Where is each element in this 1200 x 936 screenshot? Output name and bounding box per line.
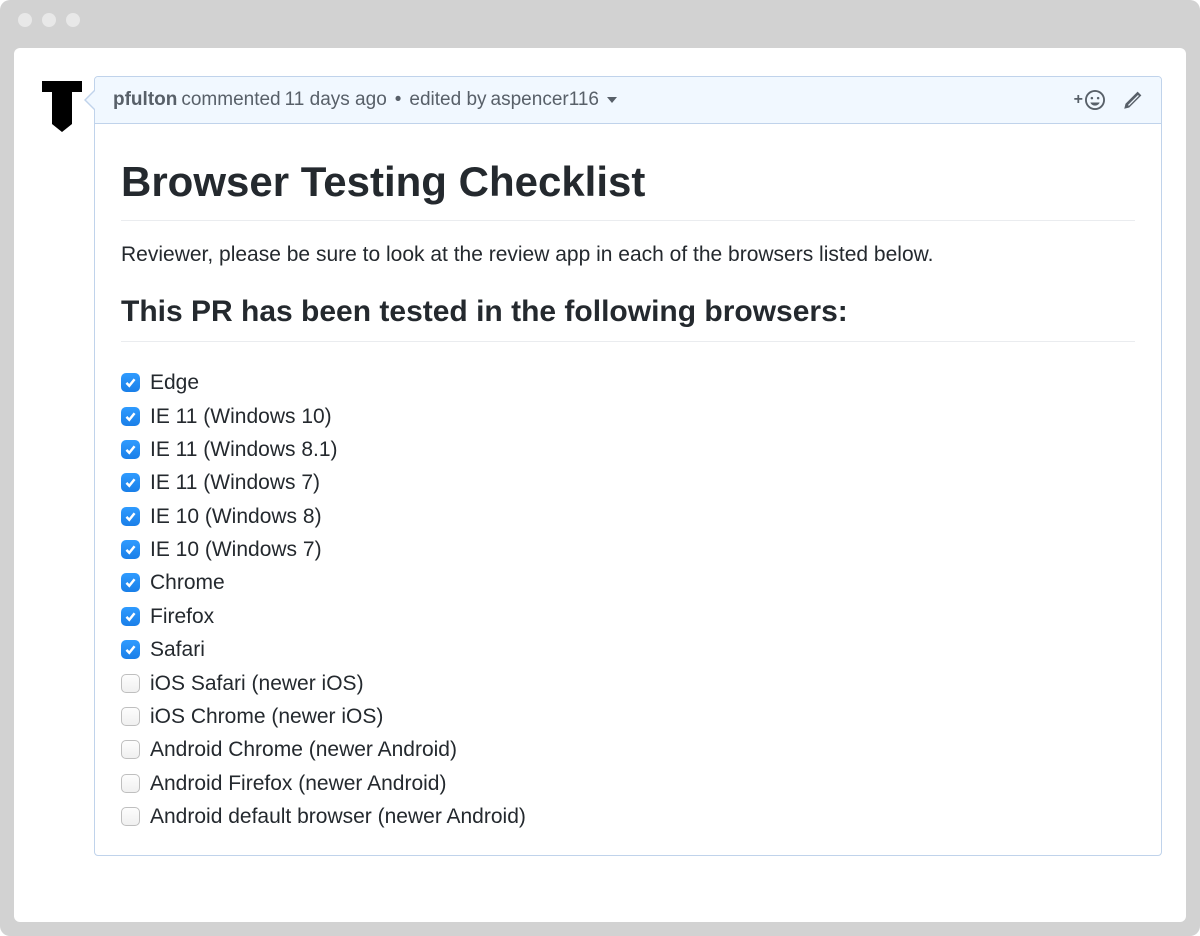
comment-body: Browser Testing Checklist Reviewer, plea…	[95, 124, 1161, 855]
comment-author[interactable]: pfulton	[113, 89, 177, 111]
checkbox-unchecked-icon[interactable]	[121, 674, 140, 693]
checklist-item: Android Chrome (newer Android)	[121, 733, 1135, 766]
plus-icon: +	[1074, 92, 1083, 108]
comment-container: pfulton commented 11 days ago • edited b…	[94, 76, 1162, 856]
edit-button[interactable]	[1123, 90, 1143, 110]
checklist-item-label: IE 11 (Windows 7)	[150, 472, 320, 493]
checkbox-checked-icon[interactable]	[121, 507, 140, 526]
window-control-dot[interactable]	[18, 13, 32, 27]
checklist-item-label: Firefox	[150, 606, 214, 627]
window-control-dot[interactable]	[42, 13, 56, 27]
description-text: Reviewer, please be sure to look at the …	[121, 243, 1135, 267]
edited-prefix: edited by	[409, 89, 486, 111]
checkbox-unchecked-icon[interactable]	[121, 774, 140, 793]
browser-window-frame: pfulton commented 11 days ago • edited b…	[0, 0, 1200, 936]
speech-bubble-arrow	[84, 90, 94, 110]
add-reaction-button[interactable]: +	[1074, 90, 1105, 110]
avatar[interactable]	[38, 78, 86, 134]
checkbox-checked-icon[interactable]	[121, 607, 140, 626]
checkbox-unchecked-icon[interactable]	[121, 740, 140, 759]
comment-box: pfulton commented 11 days ago • edited b…	[94, 76, 1162, 856]
comment-timestamp[interactable]: 11 days ago	[285, 89, 387, 111]
comment-editor[interactable]: aspencer116	[491, 89, 599, 111]
page-title: Browser Testing Checklist	[121, 158, 1135, 221]
checklist-item: Chrome	[121, 566, 1135, 599]
checklist-item: Android Firefox (newer Android)	[121, 767, 1135, 800]
checklist-item-label: iOS Chrome (newer iOS)	[150, 706, 383, 727]
comment-meta: pfulton commented 11 days ago • edited b…	[113, 89, 617, 111]
chevron-down-icon[interactable]	[607, 97, 617, 103]
comment-header: pfulton commented 11 days ago • edited b…	[95, 77, 1161, 124]
comment-actions: +	[1074, 90, 1143, 110]
checklist-item-label: Android default browser (newer Android)	[150, 806, 526, 827]
checklist-item: Firefox	[121, 600, 1135, 633]
section-subtitle: This PR has been tested in the following…	[121, 295, 1135, 342]
meta-separator: •	[395, 89, 402, 111]
window-titlebar	[0, 0, 1200, 40]
checklist-item: IE 11 (Windows 8.1)	[121, 433, 1135, 466]
browser-checklist: Edge IE 11 (Windows 10) IE 11 (Windows 8.1…	[121, 366, 1135, 833]
page-viewport: pfulton commented 11 days ago • edited b…	[14, 48, 1186, 922]
checkbox-unchecked-icon[interactable]	[121, 807, 140, 826]
checkbox-checked-icon[interactable]	[121, 573, 140, 592]
checklist-item-label: IE 11 (Windows 8.1)	[150, 439, 338, 460]
checklist-item-label: Android Chrome (newer Android)	[150, 739, 457, 760]
checklist-item-label: IE 10 (Windows 8)	[150, 506, 322, 527]
checklist-item: iOS Safari (newer iOS)	[121, 666, 1135, 699]
checklist-item: Safari	[121, 633, 1135, 666]
checklist-item-label: IE 11 (Windows 10)	[150, 406, 332, 427]
checkbox-checked-icon[interactable]	[121, 540, 140, 559]
checkbox-checked-icon[interactable]	[121, 373, 140, 392]
comment-verb: commented	[181, 89, 280, 111]
comment-thread: pfulton commented 11 days ago • edited b…	[38, 76, 1162, 856]
checklist-item: IE 11 (Windows 7)	[121, 466, 1135, 499]
checklist-item: Android default browser (newer Android)	[121, 800, 1135, 833]
checkbox-checked-icon[interactable]	[121, 407, 140, 426]
checkbox-unchecked-icon[interactable]	[121, 707, 140, 726]
checklist-item: IE 10 (Windows 8)	[121, 500, 1135, 533]
checklist-item-label: Edge	[150, 372, 199, 393]
checklist-item-label: iOS Safari (newer iOS)	[150, 673, 364, 694]
checklist-item-label: Android Firefox (newer Android)	[150, 773, 446, 794]
checklist-item: iOS Chrome (newer iOS)	[121, 700, 1135, 733]
checklist-item-label: Safari	[150, 639, 205, 660]
checklist-item: Edge	[121, 366, 1135, 399]
checklist-item: IE 11 (Windows 10)	[121, 399, 1135, 432]
checklist-item-label: Chrome	[150, 572, 225, 593]
checklist-item-label: IE 10 (Windows 7)	[150, 539, 322, 560]
checkbox-checked-icon[interactable]	[121, 473, 140, 492]
window-control-dot[interactable]	[66, 13, 80, 27]
checkbox-checked-icon[interactable]	[121, 640, 140, 659]
checklist-item: IE 10 (Windows 7)	[121, 533, 1135, 566]
checkbox-checked-icon[interactable]	[121, 440, 140, 459]
smiley-icon	[1085, 90, 1105, 110]
